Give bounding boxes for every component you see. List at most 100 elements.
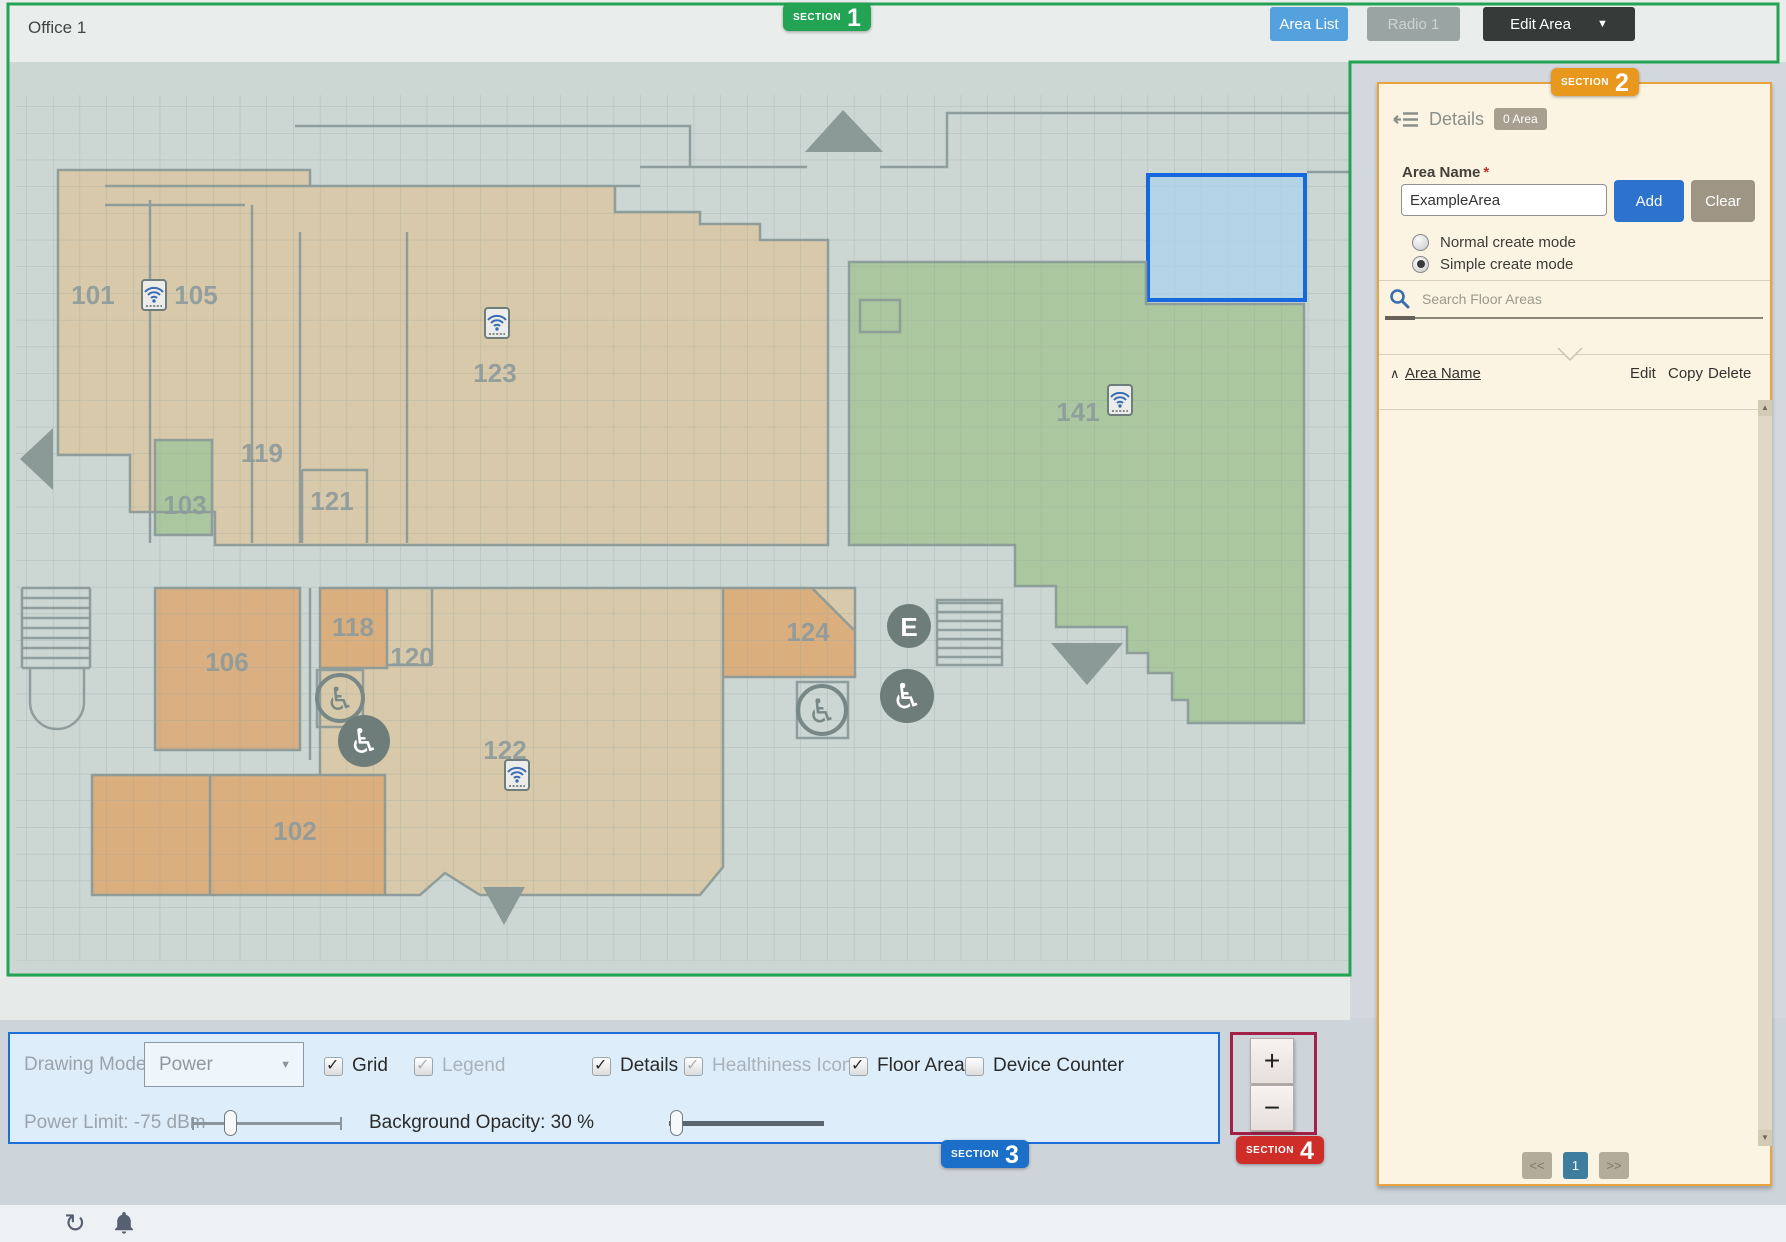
room-label-119: 119 <box>241 438 283 468</box>
device-counter-checkbox[interactable]: Device Counter <box>965 1055 1124 1077</box>
room-label-124: 124 <box>786 617 830 647</box>
refresh-icon[interactable]: ↻ <box>64 1208 86 1239</box>
room-label-102: 102 <box>273 816 316 846</box>
svg-text:♿: ♿ <box>349 723 379 761</box>
collapse-chevron-icon[interactable] <box>1557 348 1583 362</box>
stairs-right <box>937 603 1002 657</box>
wifi-ap-icon[interactable] <box>505 760 529 790</box>
canvas-lower-strip <box>0 977 1350 1020</box>
room-label-103: 103 <box>163 490 206 520</box>
scroll-up-icon[interactable]: ▲ <box>1758 400 1772 416</box>
svg-text:♿: ♿ <box>891 678 922 717</box>
svg-text:E: E <box>900 612 917 642</box>
area-list-button[interactable]: Area List <box>1270 7 1348 41</box>
sort-by-area-name[interactable]: Area Name <box>1405 365 1481 382</box>
wheelchair-solid-icon: ♿ <box>338 715 390 767</box>
section-1-badge: SECTION 1 <box>783 3 871 31</box>
room-label-120: 120 <box>390 642 433 672</box>
drawing-mode-select[interactable]: Power ▼ <box>144 1042 304 1087</box>
last-page-button[interactable]: >> <box>1599 1152 1629 1179</box>
chevron-down-icon: ▼ <box>280 1059 291 1071</box>
add-button[interactable]: Add <box>1614 180 1684 222</box>
edit-area-label: Edit Area <box>1510 16 1571 33</box>
section-3-badge: SECTION 3 <box>941 1140 1029 1168</box>
list-scrollbar[interactable]: ▲ ▼ <box>1758 400 1772 1146</box>
search-underline <box>1385 317 1763 319</box>
panel-title: Details <box>1429 109 1484 130</box>
legend-checkbox[interactable]: Legend <box>414 1055 505 1077</box>
room-label-123: 123 <box>473 358 516 388</box>
drawing-mode-label: Drawing Mode: <box>24 1054 152 1076</box>
search-input[interactable] <box>1420 290 1724 308</box>
wifi-ap-icon[interactable] <box>485 308 509 338</box>
healthiness-icon-checkbox[interactable]: Healthiness Icon <box>684 1055 852 1077</box>
power-limit-slider[interactable] <box>192 1110 342 1136</box>
room-label-105: 105 <box>174 280 217 310</box>
selected-area-rectangle[interactable] <box>1148 175 1305 300</box>
room-label-141: 141 <box>1056 397 1099 427</box>
current-page-button[interactable]: 1 <box>1563 1152 1588 1179</box>
room-label-118: 118 <box>332 612 374 642</box>
section-2-badge: SECTION 2 <box>1551 68 1639 96</box>
area-name-label: Area Name* <box>1402 164 1489 181</box>
floorplan-svg: 101 105 123 119 103 121 141 106 118 120 … <box>8 62 1350 977</box>
area-count-badge: 0 Area <box>1494 108 1547 130</box>
delete-column-label[interactable]: Delete <box>1708 365 1751 382</box>
zoom-out-button[interactable]: − <box>1250 1085 1294 1131</box>
details-checkbox[interactable]: Details <box>592 1055 678 1077</box>
app-window: Office 1 Area List Radio 1 Edit Area ▼ <box>0 0 1786 1242</box>
panel-title-row: Details 0 Area <box>1393 108 1547 130</box>
zoom-in-button[interactable]: + <box>1250 1038 1294 1084</box>
copy-column-label[interactable]: Copy <box>1668 365 1703 382</box>
svg-text:♿: ♿ <box>326 681 355 717</box>
search-icon <box>1389 288 1410 309</box>
checkbox-icon <box>849 1057 868 1076</box>
slider-handle[interactable] <box>224 1110 237 1136</box>
wifi-ap-icon[interactable] <box>142 280 166 310</box>
details-panel: Details 0 Area Area Name* Add Clear Norm… <box>1377 82 1772 1186</box>
simple-create-mode-radio[interactable]: Simple create mode <box>1412 254 1573 274</box>
wheelchair-solid-icon: ♿ <box>880 669 934 723</box>
checkbox-icon <box>324 1057 343 1076</box>
slider-track <box>192 1122 342 1125</box>
map-options-toolbar: Drawing Mode: Power ▼ Grid Legend Detail… <box>8 1032 1220 1144</box>
floor-title: Office 1 <box>28 0 86 56</box>
radio-icon <box>1412 234 1429 251</box>
area-list-body <box>1379 411 1770 1147</box>
wifi-ap-icon[interactable] <box>1108 385 1132 415</box>
radio-icon <box>1412 256 1429 273</box>
required-asterisk: * <box>1483 164 1489 181</box>
floorplan-canvas[interactable]: 101 105 123 119 103 121 141 106 118 120 … <box>8 62 1350 977</box>
drawing-mode-value: Power <box>159 1054 213 1076</box>
slider-handle[interactable] <box>670 1110 683 1136</box>
background-opacity-label: Background Opacity: 30 % <box>369 1112 594 1134</box>
power-limit-label: Power Limit: -75 dBm <box>24 1112 206 1134</box>
clear-button[interactable]: Clear <box>1691 180 1755 222</box>
edit-area-dropdown[interactable]: Edit Area ▼ <box>1483 7 1635 41</box>
radio-button[interactable]: Radio 1 <box>1367 7 1460 41</box>
svg-text:♿: ♿ <box>807 693 837 730</box>
first-page-button[interactable]: << <box>1522 1152 1552 1179</box>
checkbox-icon <box>684 1057 703 1076</box>
room-label-106: 106 <box>205 647 248 677</box>
notification-bell-icon[interactable] <box>112 1211 136 1237</box>
room-label-101: 101 <box>71 280 114 310</box>
chevron-down-icon: ▼ <box>1597 18 1608 30</box>
floor-area-checkbox[interactable]: Floor Area <box>849 1055 965 1077</box>
normal-create-mode-radio[interactable]: Normal create mode <box>1412 232 1576 252</box>
sort-caret-icon[interactable]: ∧ <box>1390 366 1400 382</box>
checkbox-icon <box>965 1057 984 1076</box>
divider <box>1379 409 1770 410</box>
pagination: << 1 >> <box>1522 1152 1629 1179</box>
edit-column-label[interactable]: Edit <box>1630 365 1656 382</box>
grid-checkbox[interactable]: Grid <box>324 1055 388 1077</box>
collapse-menu-icon[interactable] <box>1393 111 1419 128</box>
checkbox-icon <box>592 1057 611 1076</box>
scroll-down-icon[interactable]: ▼ <box>1758 1130 1772 1146</box>
search-row <box>1389 288 1724 309</box>
section-4-badge: SECTION 4 <box>1236 1136 1324 1164</box>
background-opacity-slider[interactable] <box>669 1110 824 1136</box>
area-name-input[interactable] <box>1401 184 1607 216</box>
zoom-control: + − <box>1230 1032 1317 1135</box>
slider-track <box>669 1121 824 1126</box>
